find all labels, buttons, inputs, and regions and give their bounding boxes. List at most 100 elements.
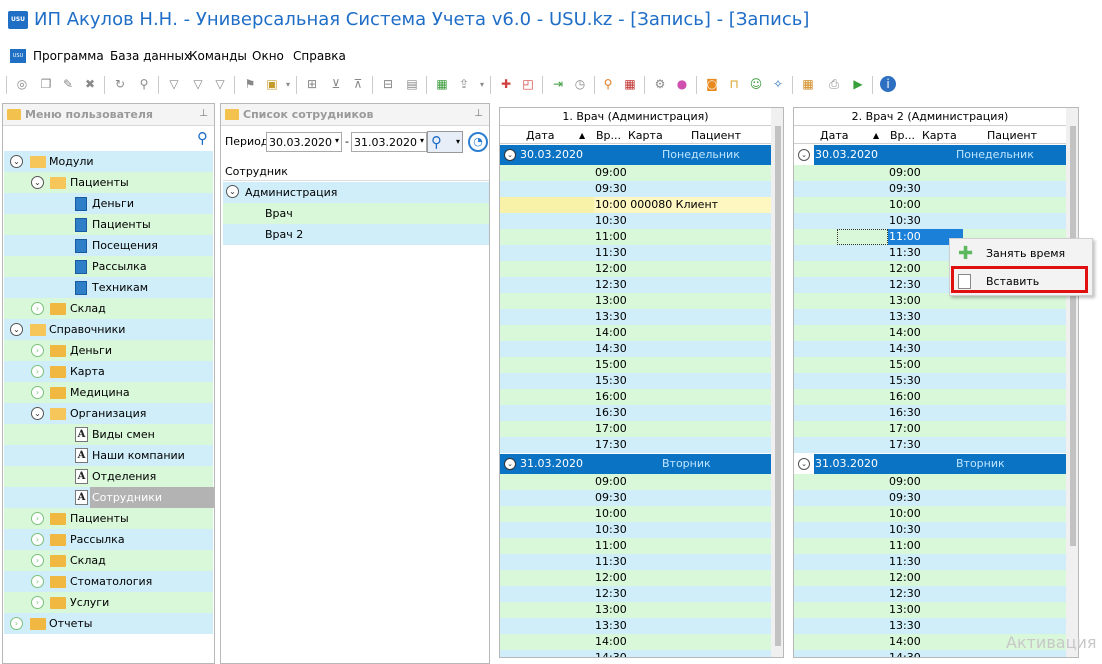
date-group-row[interactable]: ⌄ 31.03.2020 Вторник <box>500 454 771 474</box>
time-slot[interactable]: 16:30 <box>500 405 771 421</box>
calendar-icon[interactable]: ▦ <box>622 76 638 92</box>
tree-item-ref-organization[interactable]: ⌄ Организация <box>4 403 213 424</box>
clock-icon[interactable]: ◔ <box>468 132 488 152</box>
time-slot[interactable]: 13:30 <box>500 309 771 325</box>
tree-item-ref-dentistry[interactable]: › Стоматология <box>4 571 213 592</box>
time-slot[interactable]: 13:00 <box>500 293 771 309</box>
refresh-icon[interactable]: ↻ <box>112 76 128 92</box>
time-slot[interactable]: 12:30 <box>500 277 771 293</box>
lock-icon[interactable]: ⊓ <box>726 76 742 92</box>
time-slot[interactable]: 13:30 <box>794 309 1066 325</box>
column-patient[interactable]: Пациент <box>691 129 741 142</box>
play-icon[interactable]: ▶ <box>850 76 866 92</box>
export-excel-icon[interactable]: ▦ <box>434 76 450 92</box>
color-wheel-icon[interactable]: ● <box>674 76 690 92</box>
time-slot[interactable]: 10:30 <box>794 213 1066 229</box>
time-slot[interactable]: 16:00 <box>794 389 1066 405</box>
tree-item-warehouse[interactable]: › Склад <box>4 298 213 319</box>
collapse-icon[interactable]: ⌄ <box>10 323 23 336</box>
copy-icon[interactable]: ❐ <box>38 76 54 92</box>
delete-icon[interactable]: ✖ <box>82 76 98 92</box>
time-slot[interactable]: 10:00 <box>794 197 1066 213</box>
expand-icon[interactable]: › <box>31 386 44 399</box>
column-date[interactable]: Дата <box>820 129 848 142</box>
expand-icon[interactable]: › <box>31 344 44 357</box>
time-slot[interactable]: 10:00 <box>794 506 1066 522</box>
tree-item-ref-warehouse[interactable]: › Склад <box>4 550 213 571</box>
column-card[interactable]: Карта <box>922 129 957 142</box>
collapse-icon[interactable]: ⌄ <box>31 407 44 420</box>
search-bar[interactable]: ⚲ <box>3 127 214 149</box>
menu-window[interactable]: Окно <box>252 49 284 63</box>
time-slot[interactable]: 09:30 <box>500 181 771 197</box>
time-slot[interactable]: 12:00 <box>500 261 771 277</box>
image-icon[interactable]: ▣ <box>264 76 280 92</box>
time-slot[interactable]: 16:30 <box>794 405 1066 421</box>
time-slot[interactable]: 15:00 <box>794 357 1066 373</box>
add-window-icon[interactable]: ✚ <box>498 76 514 92</box>
tree-item-ref-services[interactable]: › Услуги <box>4 592 213 613</box>
time-slot[interactable]: 15:30 <box>500 373 771 389</box>
time-slot[interactable]: 09:30 <box>794 490 1066 506</box>
app-menu-icon[interactable]: USU <box>10 49 26 63</box>
date-group-row[interactable]: ⌄ 30.03.2020 Понедельник <box>500 145 771 165</box>
expand-icon[interactable]: › <box>10 617 23 630</box>
tree-item-references[interactable]: ⌄ Справочники <box>4 319 213 340</box>
scrollbar-thumb[interactable] <box>775 126 781 646</box>
time-slot[interactable]: 10:00 <box>500 506 771 522</box>
date-group-row[interactable]: 31.03.2020 Вторник <box>814 454 1066 474</box>
filter-clear-icon[interactable]: ▽ <box>190 76 206 92</box>
time-slot[interactable]: 10:30 <box>500 213 771 229</box>
time-slot[interactable]: 09:30 <box>500 490 771 506</box>
tree-item-ref-medicine[interactable]: › Медицина <box>4 382 213 403</box>
tree-item-reports[interactable]: › Отчеты <box>4 613 213 634</box>
tree-item-employees[interactable]: A Сотрудники <box>4 487 214 508</box>
filter-settings-icon[interactable]: ▽ <box>212 76 228 92</box>
vertical-scrollbar[interactable] <box>1066 108 1078 657</box>
time-slot[interactable]: 13:00 <box>794 602 1066 618</box>
filter-icon[interactable]: ▽ <box>166 76 182 92</box>
time-slot[interactable]: 17:00 <box>500 421 771 437</box>
collapse-icon[interactable]: ⌄ <box>10 155 23 168</box>
scrollbar-thumb[interactable] <box>1070 126 1076 546</box>
time-slot[interactable]: 14:30 <box>794 341 1066 357</box>
table-icon[interactable]: ▦ <box>800 76 816 92</box>
time-slot[interactable]: 13:00 <box>500 602 771 618</box>
time-slot[interactable]: 11:00 <box>794 538 1066 554</box>
tree-item-patients[interactable]: ⌄ Пациенты <box>4 172 213 193</box>
column-time[interactable]: Вр... <box>596 129 621 142</box>
column-patient[interactable]: Пациент <box>987 129 1037 142</box>
insert-row-icon[interactable]: ⊟ <box>380 76 396 92</box>
date-group-row[interactable]: 30.03.2020 Понедельник <box>814 145 1066 165</box>
time-slot[interactable]: 12:30 <box>794 586 1066 602</box>
date-from-field[interactable]: 30.03.2020 ▾ <box>266 132 342 152</box>
expand-icon[interactable]: › <box>31 533 44 546</box>
time-slot[interactable]: 14:30 <box>500 341 771 357</box>
time-slot[interactable]: 12:00 <box>500 570 771 586</box>
time-slot[interactable]: 11:30 <box>500 554 771 570</box>
tree-item-departments[interactable]: A Отделения <box>4 466 213 487</box>
chevron-down-icon[interactable]: ▾ <box>335 136 339 145</box>
gear-icon[interactable]: ⚙ <box>652 76 668 92</box>
collapse-icon[interactable]: ⌄ <box>798 149 810 161</box>
collapse-icon[interactable]: ⌄ <box>226 185 239 198</box>
time-slot[interactable]: 09:30 <box>794 181 1066 197</box>
edit-icon[interactable]: ✎ <box>60 76 76 92</box>
time-slot[interactable]: 11:30 <box>794 554 1066 570</box>
column-time[interactable]: Вр... <box>890 129 915 142</box>
time-slot[interactable]: 12:00 <box>794 570 1066 586</box>
expand-icon[interactable]: › <box>31 575 44 588</box>
time-slot[interactable]: 09:00 <box>794 165 1066 181</box>
sort-asc-icon[interactable]: ▲ <box>579 131 585 140</box>
expand-icon[interactable]: › <box>31 512 44 525</box>
search-icon[interactable]: ⚲ <box>136 76 152 92</box>
collapse-icon[interactable]: ⌄ <box>798 458 810 470</box>
tree-item-ref-patients[interactable]: › Пациенты <box>4 508 213 529</box>
time-slot[interactable]: 10:00 000080 Клиент <box>500 197 771 213</box>
time-slot[interactable]: 13:30 <box>500 618 771 634</box>
expand-icon[interactable]: › <box>31 596 44 609</box>
tree-item-shift-types[interactable]: A Виды смен <box>4 424 213 445</box>
time-slot[interactable]: 14:00 <box>500 325 771 341</box>
time-slot[interactable]: 09:00 <box>500 474 771 490</box>
time-slot[interactable]: 15:30 <box>794 373 1066 389</box>
